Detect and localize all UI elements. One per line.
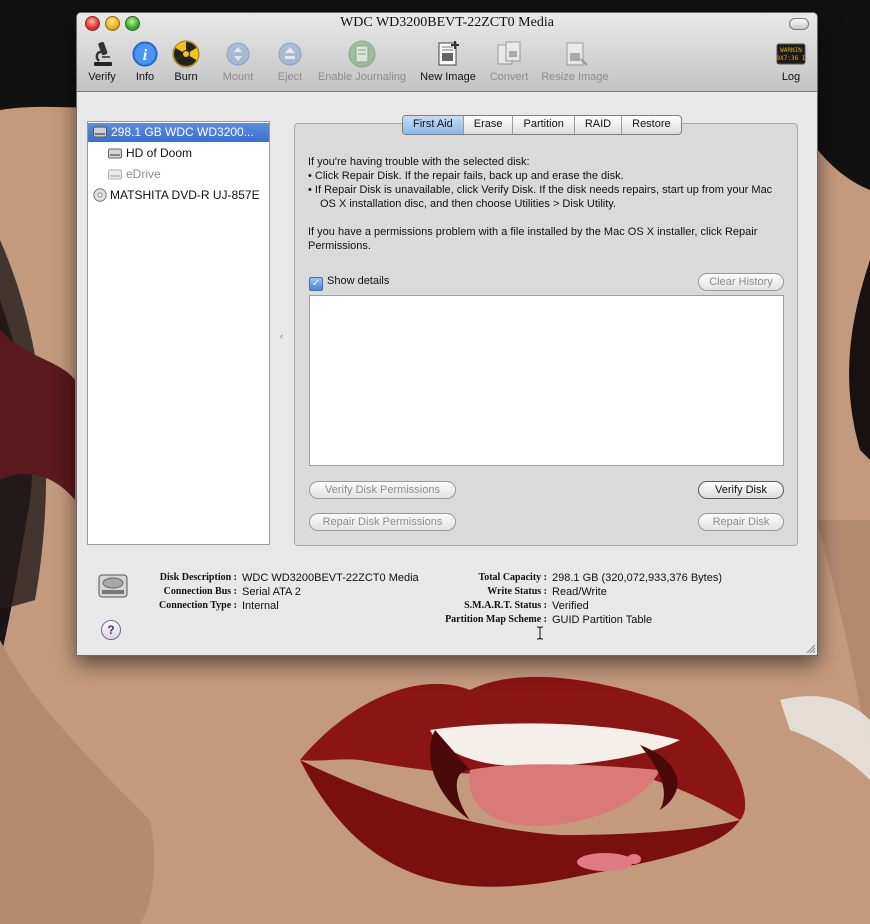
split-view-handle[interactable]: ‹: [280, 331, 283, 341]
repair-disk-permissions-button[interactable]: Repair Disk Permissions: [309, 513, 456, 531]
sidebar-item-dvd-drive[interactable]: MATSHITA DVD-R UJ-857E: [88, 186, 269, 205]
volume-icon: [108, 169, 122, 180]
hard-disk-icon: [93, 126, 107, 138]
resize-grip-icon[interactable]: [805, 643, 815, 653]
log-button[interactable]: WARNIN 9X7:36 I Log: [775, 39, 807, 87]
burn-icon: [172, 40, 200, 68]
tab-first-aid[interactable]: First Aid: [403, 116, 463, 134]
sidebar-item-label: 298.1 GB WDC WD3200...: [111, 125, 254, 139]
disk-utility-window: WDC WD3200BEVT-22ZCT0 Media Verify i Inf…: [76, 12, 818, 656]
eject-button[interactable]: Eject: [273, 39, 307, 87]
disk-info-keys-right: Total Capacity : Write Status : S.M.A.R.…: [397, 571, 547, 627]
disk-list-sidebar[interactable]: 298.1 GB WDC WD3200... HD of Doom eDrive…: [87, 121, 270, 545]
mount-icon: [226, 42, 250, 66]
resize-image-icon: [566, 42, 588, 66]
value-write-status: Read/Write: [552, 586, 607, 598]
sidebar-item-edrive[interactable]: eDrive: [88, 165, 269, 184]
tab-raid[interactable]: RAID: [573, 116, 621, 134]
window-title: WDC WD3200BEVT-22ZCT0 Media: [340, 15, 554, 30]
value-connection-type: Internal: [242, 600, 279, 612]
new-image-button[interactable]: New Image: [417, 39, 479, 87]
value-total-capacity: 298.1 GB (320,072,933,376 Bytes): [552, 572, 723, 584]
info-label: Info: [135, 71, 155, 83]
log-icon: WARNIN 9X7:36 I: [776, 43, 806, 65]
enable-journaling-label: Enable Journaling: [317, 71, 407, 83]
sidebar-item-label: HD of Doom: [126, 146, 193, 160]
new-image-label: New Image: [420, 71, 476, 83]
show-details-label: Show details: [327, 275, 390, 287]
first-aid-panel: First Aid Erase Partition RAID Restore I…: [294, 115, 798, 546]
sidebar-item-label: eDrive: [126, 167, 161, 181]
verify-disk-permissions-button[interactable]: Verify Disk Permissions: [309, 481, 456, 499]
tab-partition[interactable]: Partition: [512, 116, 573, 134]
convert-button[interactable]: Convert: [487, 39, 531, 87]
eject-icon: [278, 42, 302, 66]
convert-label: Convert: [489, 71, 529, 83]
key-total-capacity: Total Capacity :: [478, 572, 547, 583]
convert-icon: [497, 41, 521, 65]
repair-disk-button[interactable]: Repair Disk: [698, 513, 784, 531]
svg-text:i: i: [143, 47, 148, 64]
key-partition-map-scheme: Partition Map Scheme :: [445, 614, 547, 625]
burn-label: Burn: [174, 71, 198, 83]
intro-text: If you're having trouble with the select…: [308, 156, 530, 168]
optical-drive-icon: [93, 188, 107, 202]
value-disk-description: WDC WD3200BEVT-22ZCT0 Media: [242, 572, 419, 584]
key-connection-bus: Connection Bus :: [163, 586, 237, 597]
first-aid-instructions: If you're having trouble with the select…: [308, 155, 788, 253]
key-connection-type: Connection Type :: [159, 600, 237, 611]
verify-button[interactable]: Verify: [85, 39, 119, 87]
tab-restore[interactable]: Restore: [621, 116, 681, 134]
verify-label: Verify: [88, 71, 116, 83]
bullet-verify-disk: • If Repair Disk is unavailable, click V…: [308, 184, 773, 210]
show-details-checkbox[interactable]: ✓ Show details: [309, 275, 389, 291]
new-image-icon: [438, 41, 459, 66]
mount-button[interactable]: Mount: [220, 39, 256, 87]
svg-text:WARNIN: WARNIN: [780, 47, 802, 54]
key-smart-status: S.M.A.R.T. Status :: [464, 600, 547, 611]
mount-label: Mount: [222, 71, 254, 83]
enable-journaling-button[interactable]: Enable Journaling: [315, 39, 409, 87]
details-log-area[interactable]: [309, 295, 784, 466]
tab-erase[interactable]: Erase: [462, 116, 513, 134]
key-write-status: Write Status :: [487, 586, 547, 597]
svg-text:9X7:36 I: 9X7:36 I: [777, 55, 806, 62]
text-cursor-icon: [537, 626, 543, 640]
clear-history-button[interactable]: Clear History: [698, 273, 784, 291]
log-label: Log: [781, 71, 801, 83]
verify-disk-button[interactable]: Verify Disk: [698, 481, 784, 499]
info-icon: i: [132, 41, 158, 67]
help-button[interactable]: ?: [101, 620, 121, 640]
toolbar-toggle-button[interactable]: [789, 18, 809, 30]
disk-info-area: ? Disk Description : Connection Bus : Co…: [77, 561, 817, 655]
value-connection-bus: Serial ATA 2: [242, 586, 301, 598]
disk-info-keys-left: Disk Description : Connection Bus : Conn…: [117, 571, 237, 613]
burn-button[interactable]: Burn: [170, 39, 202, 87]
toolbar: WDC WD3200BEVT-22ZCT0 Media Verify i Inf…: [77, 13, 817, 92]
resize-image-button[interactable]: Resize Image: [539, 39, 611, 87]
disk-info-values-left: WDC WD3200BEVT-22ZCT0 Media Serial ATA 2…: [242, 571, 419, 613]
bullet-repair-disk: • Click Repair Disk. If the repair fails…: [308, 170, 624, 182]
key-disk-description: Disk Description :: [159, 572, 237, 583]
resize-image-label: Resize Image: [541, 71, 609, 83]
value-smart-status: Verified: [552, 600, 589, 612]
permissions-text: If you have a permissions problem with a…: [308, 226, 758, 252]
disk-info-values-right: 298.1 GB (320,072,933,376 Bytes) Read/Wr…: [552, 571, 722, 627]
eject-label: Eject: [277, 71, 303, 83]
tab-bar: First Aid Erase Partition RAID Restore: [402, 115, 682, 135]
info-button[interactable]: i Info: [129, 39, 161, 87]
volume-icon: [108, 148, 122, 159]
value-partition-map-scheme: GUID Partition Table: [552, 614, 653, 626]
sidebar-item-hd-of-doom[interactable]: HD of Doom: [88, 144, 269, 163]
checkbox-checked-icon[interactable]: ✓: [309, 277, 323, 291]
sidebar-item-wdc-disk[interactable]: 298.1 GB WDC WD3200...: [88, 123, 269, 142]
microscope-icon: [94, 41, 112, 66]
journaling-icon: [348, 40, 376, 68]
sidebar-item-label: MATSHITA DVD-R UJ-857E: [110, 188, 260, 202]
titlebar[interactable]: WDC WD3200BEVT-22ZCT0 Media: [77, 13, 817, 35]
